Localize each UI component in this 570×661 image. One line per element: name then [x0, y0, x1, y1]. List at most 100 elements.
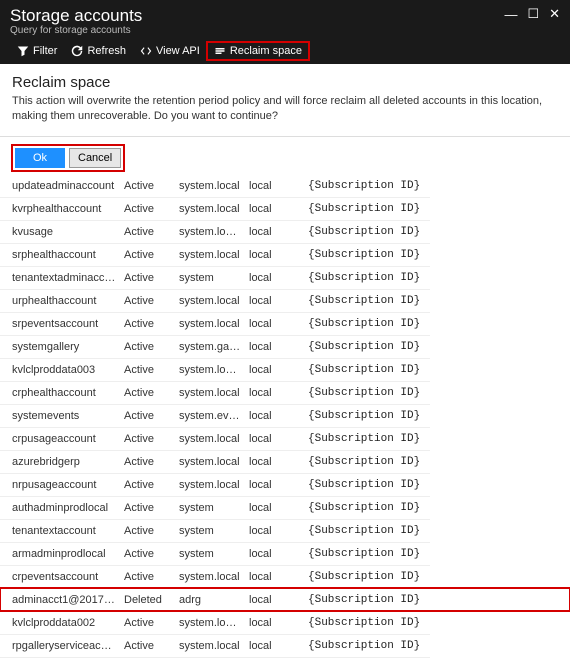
status-cell: Active: [120, 404, 175, 427]
accounts-table: updateadminaccountActivesystem.localloca…: [0, 175, 570, 658]
resource-group-cell: system.loca…: [175, 220, 245, 243]
location-cell: local: [245, 381, 290, 404]
resource-group-cell: system.local: [175, 289, 245, 312]
status-cell: Active: [120, 496, 175, 519]
table-row[interactable]: armadminprodlocalActivesystemlocal{Subsc…: [0, 542, 570, 565]
status-cell: Active: [120, 611, 175, 634]
subscription-cell: {Subscription ID}: [290, 335, 430, 358]
toolbar: Filter Refresh View API Reclaim space: [10, 42, 560, 64]
account-name-cell: tenantextaccount: [0, 519, 120, 542]
location-cell: local: [245, 358, 290, 381]
status-cell: Active: [120, 358, 175, 381]
location-cell: local: [245, 588, 290, 611]
subscription-cell: {Subscription ID}: [290, 588, 430, 611]
table-row[interactable]: tenantextadminaccountActivesystemlocal{S…: [0, 266, 570, 289]
table-row[interactable]: tenantextaccountActivesystemlocal{Subscr…: [0, 519, 570, 542]
location-cell: local: [245, 519, 290, 542]
location-cell: local: [245, 175, 290, 198]
subscription-cell: {Subscription ID}: [290, 427, 430, 450]
account-name-cell: kvrphealthaccount: [0, 197, 120, 220]
table-row[interactable]: authadminprodlocalActivesystemlocal{Subs…: [0, 496, 570, 519]
account-name-cell: armadminprodlocal: [0, 542, 120, 565]
window-controls: — ☐ ✕: [494, 6, 560, 22]
ok-button[interactable]: Ok: [15, 148, 65, 168]
page-subtitle: Query for storage accounts: [10, 25, 142, 36]
status-cell: Active: [120, 175, 175, 198]
location-cell: local: [245, 565, 290, 588]
location-cell: local: [245, 197, 290, 220]
status-cell: Active: [120, 519, 175, 542]
account-name-cell: kvlclproddata002: [0, 611, 120, 634]
status-cell: Active: [120, 197, 175, 220]
status-cell: Active: [120, 335, 175, 358]
location-cell: local: [245, 243, 290, 266]
subscription-cell: {Subscription ID}: [290, 404, 430, 427]
status-cell: Active: [120, 220, 175, 243]
location-cell: local: [245, 473, 290, 496]
subscription-cell: {Subscription ID}: [290, 611, 430, 634]
account-name-cell: systemgallery: [0, 335, 120, 358]
table-row[interactable]: adminacct1@2017-02-22T18…Deletedadrgloca…: [0, 588, 570, 611]
table-row[interactable]: rpgalleryserviceaccountActivesystem.loca…: [0, 634, 570, 657]
close-icon[interactable]: ✕: [549, 6, 560, 22]
table-row[interactable]: updateadminaccountActivesystem.localloca…: [0, 175, 570, 198]
cancel-button[interactable]: Cancel: [69, 148, 121, 168]
status-cell: Active: [120, 634, 175, 657]
table-row[interactable]: kvrphealthaccountActivesystem.locallocal…: [0, 197, 570, 220]
location-cell: local: [245, 542, 290, 565]
status-cell: Active: [120, 312, 175, 335]
table-row[interactable]: systemgalleryActivesystem.gall…local{Sub…: [0, 335, 570, 358]
table-row[interactable]: crpeventsaccountActivesystem.locallocal{…: [0, 565, 570, 588]
view-api-button[interactable]: View API: [133, 42, 207, 60]
reclaim-space-button[interactable]: Reclaim space: [207, 42, 309, 60]
table-row[interactable]: urphealthaccountActivesystem.locallocal{…: [0, 289, 570, 312]
resource-group-cell: system: [175, 266, 245, 289]
minimize-icon[interactable]: —: [504, 7, 517, 22]
table-row[interactable]: srphealthaccountActivesystem.locallocal{…: [0, 243, 570, 266]
table-row[interactable]: systemeventsActivesystem.eve…local{Subsc…: [0, 404, 570, 427]
location-cell: local: [245, 496, 290, 519]
account-name-cell: crpusageaccount: [0, 427, 120, 450]
subscription-cell: {Subscription ID}: [290, 381, 430, 404]
page-title: Storage accounts: [10, 6, 142, 26]
resource-group-cell: system.gall…: [175, 335, 245, 358]
table-row[interactable]: kvusageActivesystem.loca…local{Subscript…: [0, 220, 570, 243]
resource-group-cell: system.local: [175, 565, 245, 588]
resource-group-cell: system: [175, 542, 245, 565]
table-row[interactable]: nrpusageaccountActivesystem.locallocal{S…: [0, 473, 570, 496]
table-row[interactable]: kvlclproddata002Activesystem.loca…local{…: [0, 611, 570, 634]
filter-button[interactable]: Filter: [10, 42, 64, 60]
confirm-dialog: Reclaim space This action will overwrite…: [0, 64, 570, 130]
table-row[interactable]: kvlclproddata003Activesystem.loca…local{…: [0, 358, 570, 381]
resource-group-cell: system.local: [175, 473, 245, 496]
table-row[interactable]: azurebridgerpActivesystem.locallocal{Sub…: [0, 450, 570, 473]
dialog-message: This action will overwrite the retention…: [12, 94, 558, 124]
resource-group-cell: system.local: [175, 243, 245, 266]
table-row[interactable]: crphealthaccountActivesystem.locallocal{…: [0, 381, 570, 404]
filter-label: Filter: [33, 45, 57, 57]
table-row[interactable]: srpeventsaccountActivesystem.locallocal{…: [0, 312, 570, 335]
status-cell: Deleted: [120, 588, 175, 611]
status-cell: Active: [120, 381, 175, 404]
subscription-cell: {Subscription ID}: [290, 197, 430, 220]
account-name-cell: srphealthaccount: [0, 243, 120, 266]
resource-group-cell: system: [175, 519, 245, 542]
resource-group-cell: system.local: [175, 381, 245, 404]
account-name-cell: updateadminaccount: [0, 175, 120, 198]
dialog-title: Reclaim space: [12, 74, 558, 91]
maximize-icon[interactable]: ☐: [527, 6, 539, 22]
location-cell: local: [245, 312, 290, 335]
filter-icon: [17, 45, 29, 57]
refresh-button[interactable]: Refresh: [64, 42, 133, 60]
status-cell: Active: [120, 243, 175, 266]
account-name-cell: nrpusageaccount: [0, 473, 120, 496]
location-cell: local: [245, 289, 290, 312]
subscription-cell: {Subscription ID}: [290, 312, 430, 335]
status-cell: Active: [120, 565, 175, 588]
table-row[interactable]: crpusageaccountActivesystem.locallocal{S…: [0, 427, 570, 450]
account-name-cell: kvusage: [0, 220, 120, 243]
subscription-cell: {Subscription ID}: [290, 358, 430, 381]
subscription-cell: {Subscription ID}: [290, 175, 430, 198]
account-name-cell: srpeventsaccount: [0, 312, 120, 335]
location-cell: local: [245, 266, 290, 289]
